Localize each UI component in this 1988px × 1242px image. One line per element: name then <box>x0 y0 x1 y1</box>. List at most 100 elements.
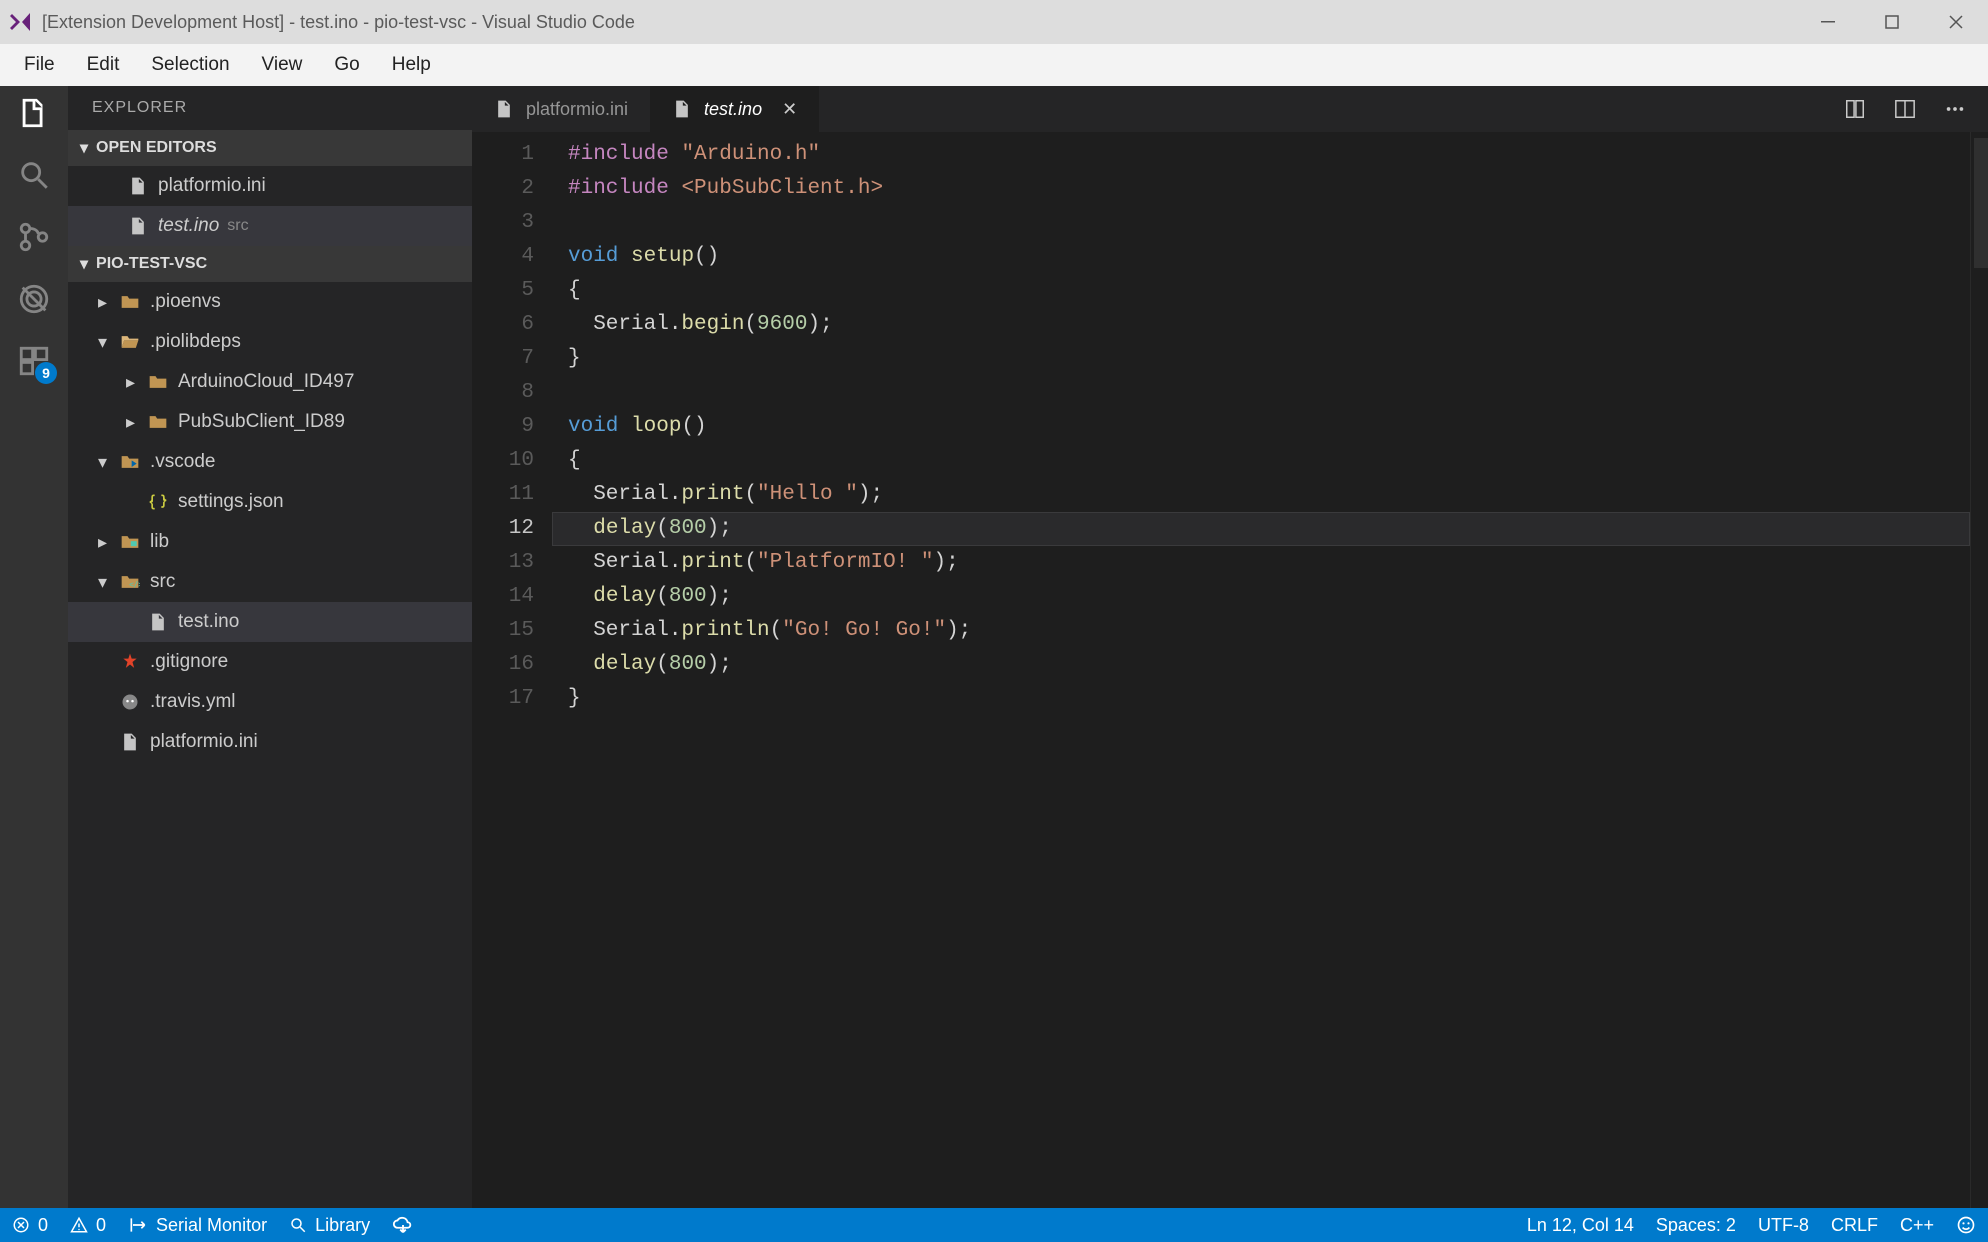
menu-view[interactable]: View <box>246 48 319 82</box>
menu-go[interactable]: Go <box>318 48 375 82</box>
folder-icon <box>120 292 140 312</box>
code-line[interactable]: delay(800); <box>552 580 1970 614</box>
code-line[interactable]: { <box>552 274 1970 308</box>
status-language-mode[interactable]: C++ <box>1900 1215 1934 1236</box>
close-icon[interactable]: ✕ <box>782 99 797 120</box>
code-line[interactable] <box>552 376 1970 410</box>
tree-row[interactable]: ▸PubSubClient_ID89 <box>68 402 472 442</box>
code-line[interactable]: #include <PubSubClient.h> <box>552 172 1970 206</box>
folder-vscode-icon <box>120 452 140 472</box>
tree-row[interactable]: ▸ ArduinoCloud_ID497 <box>68 362 472 402</box>
code-line[interactable]: Serial.print("PlatformIO! "); <box>552 546 1970 580</box>
menu-edit[interactable]: Edit <box>71 48 136 82</box>
code-line[interactable]: } <box>552 682 1970 716</box>
code-line[interactable]: } <box>552 342 1970 376</box>
tree-row[interactable]: .gitignore <box>68 642 472 682</box>
tree-chevron-icon[interactable]: ▾ <box>98 452 114 473</box>
status-cursor-position[interactable]: Ln 12, Col 14 <box>1527 1215 1634 1236</box>
tree-chevron-icon[interactable]: ▾ <box>98 332 114 353</box>
menu-file[interactable]: File <box>8 48 71 82</box>
editor-tab[interactable]: test.ino ✕ <box>650 86 819 132</box>
open-editor-item[interactable]: test.inosrc <box>68 206 472 246</box>
window-close-button[interactable] <box>1924 0 1988 44</box>
status-errors[interactable]: 0 <box>12 1215 48 1236</box>
activity-extensions-icon[interactable]: 9 <box>17 344 51 378</box>
more-actions-icon[interactable] <box>1944 98 1966 120</box>
tree-label: ArduinoCloud_ID497 <box>178 371 354 393</box>
status-eol[interactable]: CRLF <box>1831 1215 1878 1236</box>
titlebar: [Extension Development Host] - test.ino … <box>0 0 1988 44</box>
status-encoding[interactable]: UTF-8 <box>1758 1215 1809 1236</box>
menu-help[interactable]: Help <box>376 48 447 82</box>
folder-icon <box>148 412 168 432</box>
code-line[interactable]: Serial.print("Hello "); <box>552 478 1970 512</box>
tree-row[interactable]: ▾.piolibdeps <box>68 322 472 362</box>
status-serial-monitor[interactable]: Serial Monitor <box>128 1215 267 1236</box>
code-line[interactable]: void setup() <box>552 240 1970 274</box>
open-editor-label: test.ino <box>158 215 219 237</box>
tree-row[interactable]: ▸.pioenvs <box>68 282 472 322</box>
tree-row[interactable]: settings.json <box>68 482 472 522</box>
status-warnings-count: 0 <box>96 1215 106 1236</box>
code-line[interactable]: delay(800); <box>552 512 1970 546</box>
minimap-slider[interactable] <box>1974 138 1988 268</box>
line-number: 12 <box>472 512 534 546</box>
code-line[interactable]: Serial.begin(9600); <box>552 308 1970 342</box>
open-editor-item[interactable]: platformio.ini <box>68 166 472 206</box>
editor-tab[interactable]: platformio.ini <box>472 86 650 132</box>
status-feedback-icon[interactable] <box>1956 1215 1976 1235</box>
code-area[interactable]: #include "Arduino.h"#include <PubSubClie… <box>552 132 1970 1208</box>
activity-scm-icon[interactable] <box>17 220 51 254</box>
code-editor[interactable]: 1234567891011121314151617 #include "Ardu… <box>472 132 1988 1208</box>
tree-chevron-icon[interactable]: ▾ <box>98 572 114 593</box>
travis-icon <box>120 692 140 712</box>
tree-label: platformio.ini <box>150 731 258 753</box>
code-line[interactable]: void loop() <box>552 410 1970 444</box>
tab-label: test.ino <box>704 99 762 120</box>
status-indentation[interactable]: Spaces: 2 <box>1656 1215 1736 1236</box>
status-serial-label: Serial Monitor <box>156 1215 267 1236</box>
line-number-gutter: 1234567891011121314151617 <box>472 132 552 1208</box>
file-icon <box>120 732 140 752</box>
tree-label: .travis.yml <box>150 691 236 713</box>
status-errors-count: 0 <box>38 1215 48 1236</box>
project-label: PIO-TEST-VSC <box>96 255 207 273</box>
project-header[interactable]: ▾PIO-TEST-VSC <box>68 246 472 282</box>
tree-chevron-icon[interactable]: ▸ <box>98 532 114 553</box>
activity-explorer-icon[interactable] <box>17 96 51 130</box>
line-number: 13 <box>472 546 534 580</box>
code-line[interactable]: { <box>552 444 1970 478</box>
tree-row[interactable]: platformio.ini <box>68 722 472 762</box>
tree-row[interactable]: ▸lib <box>68 522 472 562</box>
code-line[interactable]: #include "Arduino.h" <box>552 138 1970 172</box>
code-line[interactable]: delay(800); <box>552 648 1970 682</box>
open-editor-label: platformio.ini <box>158 175 266 197</box>
menu-selection[interactable]: Selection <box>135 48 245 82</box>
tree-chevron-icon[interactable]: ▸ <box>126 412 142 433</box>
tree-row[interactable]: ▾</>src <box>68 562 472 602</box>
line-number: 11 <box>472 478 534 512</box>
tree-label: .vscode <box>150 451 215 473</box>
compare-changes-icon[interactable] <box>1844 98 1866 120</box>
split-editor-icon[interactable] <box>1894 98 1916 120</box>
activity-search-icon[interactable] <box>17 158 51 192</box>
tree-row[interactable]: ▾ .vscode <box>68 442 472 482</box>
activity-debug-icon[interactable] <box>17 282 51 316</box>
window-minimize-button[interactable] <box>1796 0 1860 44</box>
tree-row[interactable]: .travis.yml <box>68 682 472 722</box>
window-maximize-button[interactable] <box>1860 0 1924 44</box>
status-warnings[interactable]: 0 <box>70 1215 106 1236</box>
tab-label: platformio.ini <box>526 99 628 120</box>
tree-chevron-icon[interactable]: ▸ <box>126 372 142 393</box>
code-line[interactable]: Serial.println("Go! Go! Go!"); <box>552 614 1970 648</box>
open-editors-header[interactable]: ▾OPEN EDITORS <box>68 130 472 166</box>
code-line[interactable] <box>552 206 1970 240</box>
editor-group: platformio.ini test.ino ✕ 1234567891011121… <box>472 86 1988 1208</box>
tree-row[interactable]: test.ino <box>68 602 472 642</box>
git-icon <box>120 652 140 672</box>
status-library[interactable]: Library <box>289 1215 370 1236</box>
status-cloud-sync[interactable] <box>392 1214 414 1236</box>
tree-chevron-icon[interactable]: ▸ <box>98 292 114 313</box>
minimap[interactable] <box>1970 132 1988 1208</box>
svg-text:</>: </> <box>129 580 140 589</box>
